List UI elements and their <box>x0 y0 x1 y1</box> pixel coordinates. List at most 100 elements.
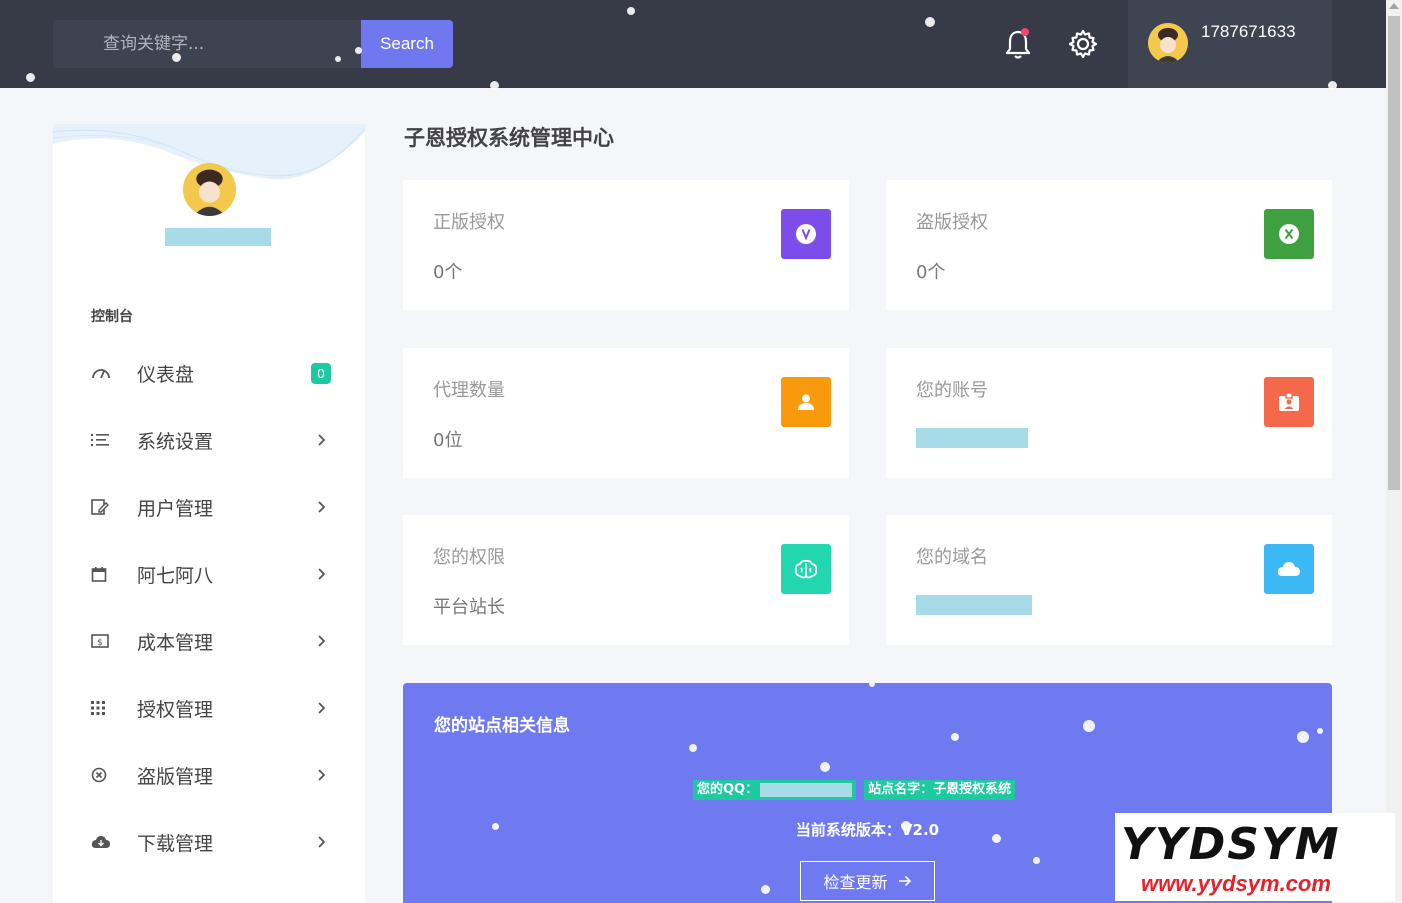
money-icon: $ <box>91 631 121 651</box>
account-value-redacted <box>916 428 1028 448</box>
snow-dot <box>820 762 830 772</box>
chevron-right-icon <box>313 832 331 852</box>
card-value: 平台站长 <box>433 597 505 618</box>
scrollbar-thumb[interactable] <box>1388 16 1400 490</box>
scrollbar[interactable] <box>1386 0 1402 903</box>
count-badge: 0 <box>311 363 331 384</box>
sidebar-item-dashboard[interactable]: 仪表盘 0 <box>91 353 331 393</box>
snow-dot <box>1317 728 1323 734</box>
sidebar-item-user-management[interactable]: 用户管理 <box>91 487 331 527</box>
sidebar-item-label: 授权管理 <box>137 698 214 721</box>
stat-card-genuine-license: 正版授权 0个 <box>403 180 849 310</box>
snow-dot <box>951 733 959 741</box>
sidebar-item-aqi-aba[interactable]: 阿七阿八 <box>91 554 331 594</box>
v-circle-icon <box>781 209 831 259</box>
notification-bell-icon[interactable] <box>1001 26 1035 62</box>
stat-card-your-account: 您的账号 <box>886 348 1332 478</box>
snow-dot <box>869 681 875 687</box>
snow-dot <box>627 7 635 15</box>
badge-icon <box>1264 377 1314 427</box>
cloud-icon <box>1264 544 1314 594</box>
sidebar: 控制台 仪表盘 0 系统设置 用户管理 阿七阿八 $ 成本管理 授权管理 盗版管… <box>53 124 365 903</box>
sidebar-item-label: 用户管理 <box>137 497 214 520</box>
card-label: 盗版授权 <box>916 212 988 233</box>
close-circle-icon <box>91 765 121 785</box>
watermark-title: YYDSYM <box>1121 819 1341 870</box>
chevron-right-icon <box>313 497 331 517</box>
search-input[interactable] <box>53 20 361 68</box>
card-label: 代理数量 <box>433 380 505 401</box>
sidebar-item-label: 仪表盘 <box>137 363 195 386</box>
dashboard-icon <box>91 363 121 383</box>
sidebar-heading: 控制台 <box>91 309 133 325</box>
x-circle-icon <box>1264 209 1314 259</box>
sidebar-item-download-management[interactable]: 下载管理 <box>91 822 331 862</box>
snow-dot <box>901 821 911 831</box>
notification-dot <box>1021 28 1029 36</box>
card-label: 您的权限 <box>433 547 505 568</box>
snow-dot <box>1083 720 1095 732</box>
chevron-right-icon <box>313 631 331 651</box>
sidebar-item-license-management[interactable]: 授权管理 <box>91 688 331 728</box>
check-update-button[interactable]: 检查更新 <box>800 861 935 901</box>
watermark-logo: YYDSYM www.yydsym.com <box>1115 813 1395 901</box>
qq-tag: 您的QQ： <box>693 780 857 800</box>
sidebar-item-label: 成本管理 <box>137 631 214 654</box>
card-value: 0位 <box>433 430 463 451</box>
snow-dot <box>26 73 35 82</box>
profile-name-redacted <box>165 228 271 246</box>
stat-card-pirated-license: 盗版授权 0个 <box>886 180 1332 310</box>
chevron-right-icon <box>313 564 331 584</box>
scroll-up-arrow[interactable] <box>1389 3 1399 9</box>
gear-icon <box>1068 29 1098 59</box>
sidebar-item-system-settings[interactable]: 系统设置 <box>91 420 331 460</box>
stat-card-your-domain: 您的域名 <box>886 515 1332 645</box>
snow-dot <box>689 744 697 752</box>
chevron-right-icon <box>313 765 331 785</box>
cloud-download-icon <box>91 832 121 852</box>
sidebar-item-cost-management[interactable]: $ 成本管理 <box>91 621 331 661</box>
info-tags: 您的QQ： 站点名字：子恩授权系统 <box>693 780 1016 800</box>
snow-dot <box>355 47 362 54</box>
snow-dot <box>1297 731 1309 743</box>
search-button[interactable]: Search <box>361 20 453 68</box>
chevron-right-icon <box>313 430 331 450</box>
qq-label: 您的QQ： <box>697 782 759 797</box>
watermark-url: www.yydsym.com <box>1141 871 1331 896</box>
info-title: 您的站点相关信息 <box>434 716 570 736</box>
user-menu[interactable]: 1787671633 <box>1128 0 1332 88</box>
snow-dot <box>761 885 770 894</box>
snow-dot <box>1328 81 1337 90</box>
check-update-label: 检查更新 <box>823 873 888 892</box>
snow-dot <box>335 56 341 62</box>
svg-text:$: $ <box>97 638 103 648</box>
chevron-right-icon <box>313 698 331 718</box>
settings-gear-icon[interactable] <box>1066 26 1100 62</box>
page-title: 子恩授权系统管理中心 <box>404 126 614 150</box>
site-name-tag: 站点名字：子恩授权系统 <box>864 780 1016 800</box>
user-edit-icon <box>91 497 121 517</box>
snow-dot <box>172 53 181 62</box>
avatar <box>1148 23 1188 63</box>
card-label: 您的域名 <box>916 547 988 568</box>
sidebar-item-label: 盗版管理 <box>137 765 214 788</box>
grid-icon <box>91 698 121 718</box>
top-bar: Search 1787671633 <box>0 0 1386 88</box>
card-value: 0个 <box>916 262 946 283</box>
sidebar-item-label: 系统设置 <box>137 430 214 453</box>
brain-icon <box>781 544 831 594</box>
snow-dot <box>1033 857 1040 864</box>
arrow-right-icon <box>898 875 911 887</box>
stat-card-agent-count: 代理数量 0位 <box>403 348 849 478</box>
search-box <box>53 20 361 68</box>
sidebar-item-piracy-management[interactable]: 盗版管理 <box>91 755 331 795</box>
list-icon <box>91 430 121 450</box>
calendar-icon <box>91 564 121 584</box>
sidebar-item-label: 下载管理 <box>137 832 214 855</box>
qq-value-redacted <box>760 783 853 797</box>
card-label: 您的账号 <box>916 380 988 401</box>
username: 1787671633 <box>1201 22 1296 41</box>
person-icon <box>781 377 831 427</box>
snow-dot <box>925 17 935 27</box>
snow-dot <box>492 823 499 830</box>
